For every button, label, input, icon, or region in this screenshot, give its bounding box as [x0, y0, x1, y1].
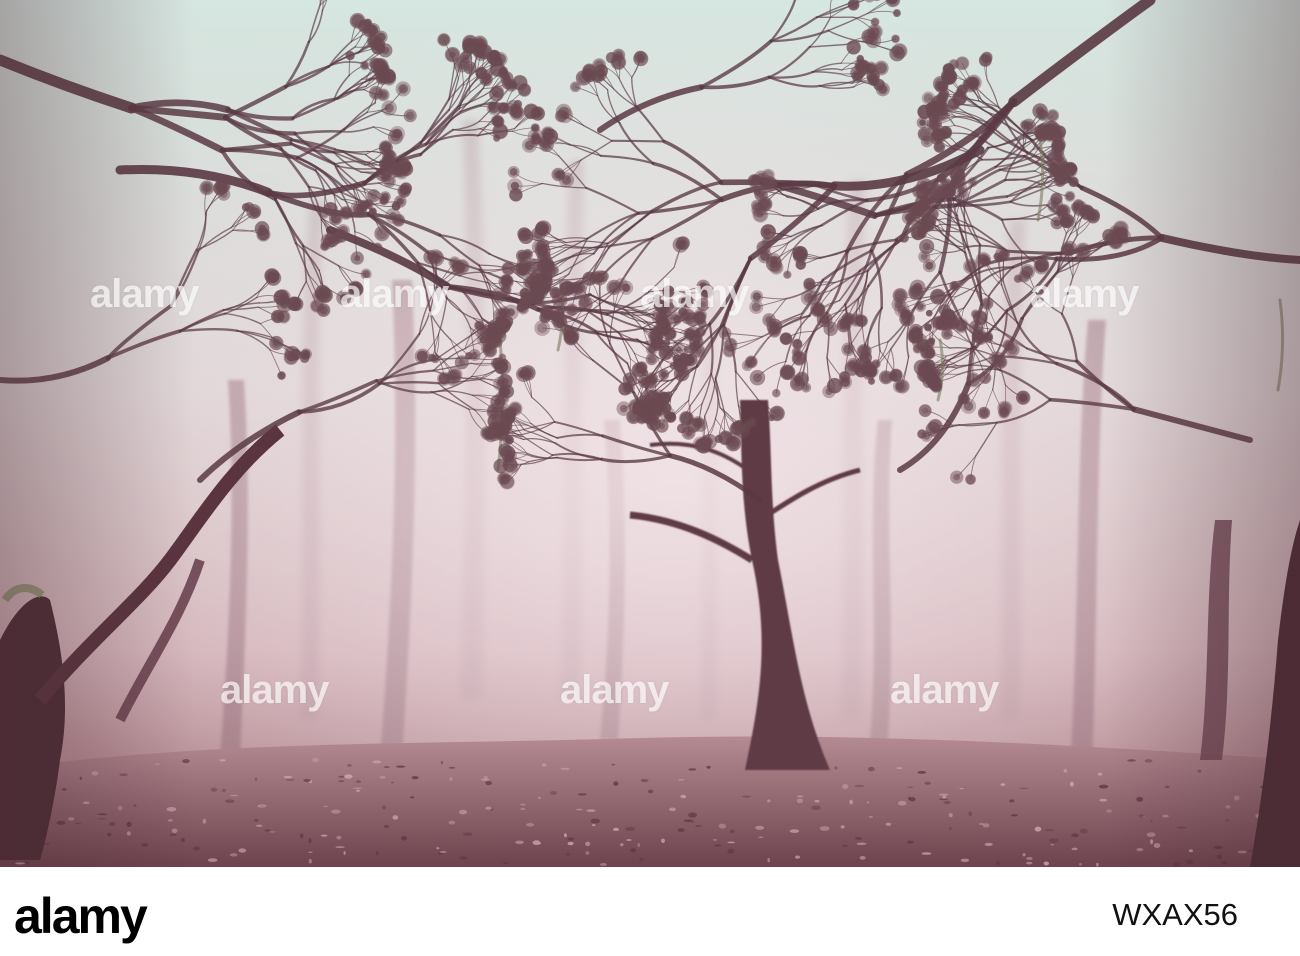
watermark-text: alamy — [560, 668, 669, 712]
watermark-text: alamy — [640, 272, 749, 316]
footer-bar: alamy WXAX56 — [0, 867, 1300, 956]
watermark-text: alamy — [890, 668, 999, 712]
image-id: WXAX56 — [1112, 897, 1238, 932]
misty-forest-scene — [0, 0, 1300, 867]
watermark-text: alamy — [90, 272, 199, 316]
forest-photo: alamy alamy alamy alamy alamy alamy alam… — [0, 0, 1300, 867]
watermark-text: alamy — [340, 272, 449, 316]
vignette — [0, 0, 1300, 867]
watermark-text: alamy — [1030, 272, 1139, 316]
brand-logo[interactable]: alamy — [14, 887, 148, 945]
watermark-text: alamy — [220, 668, 329, 712]
